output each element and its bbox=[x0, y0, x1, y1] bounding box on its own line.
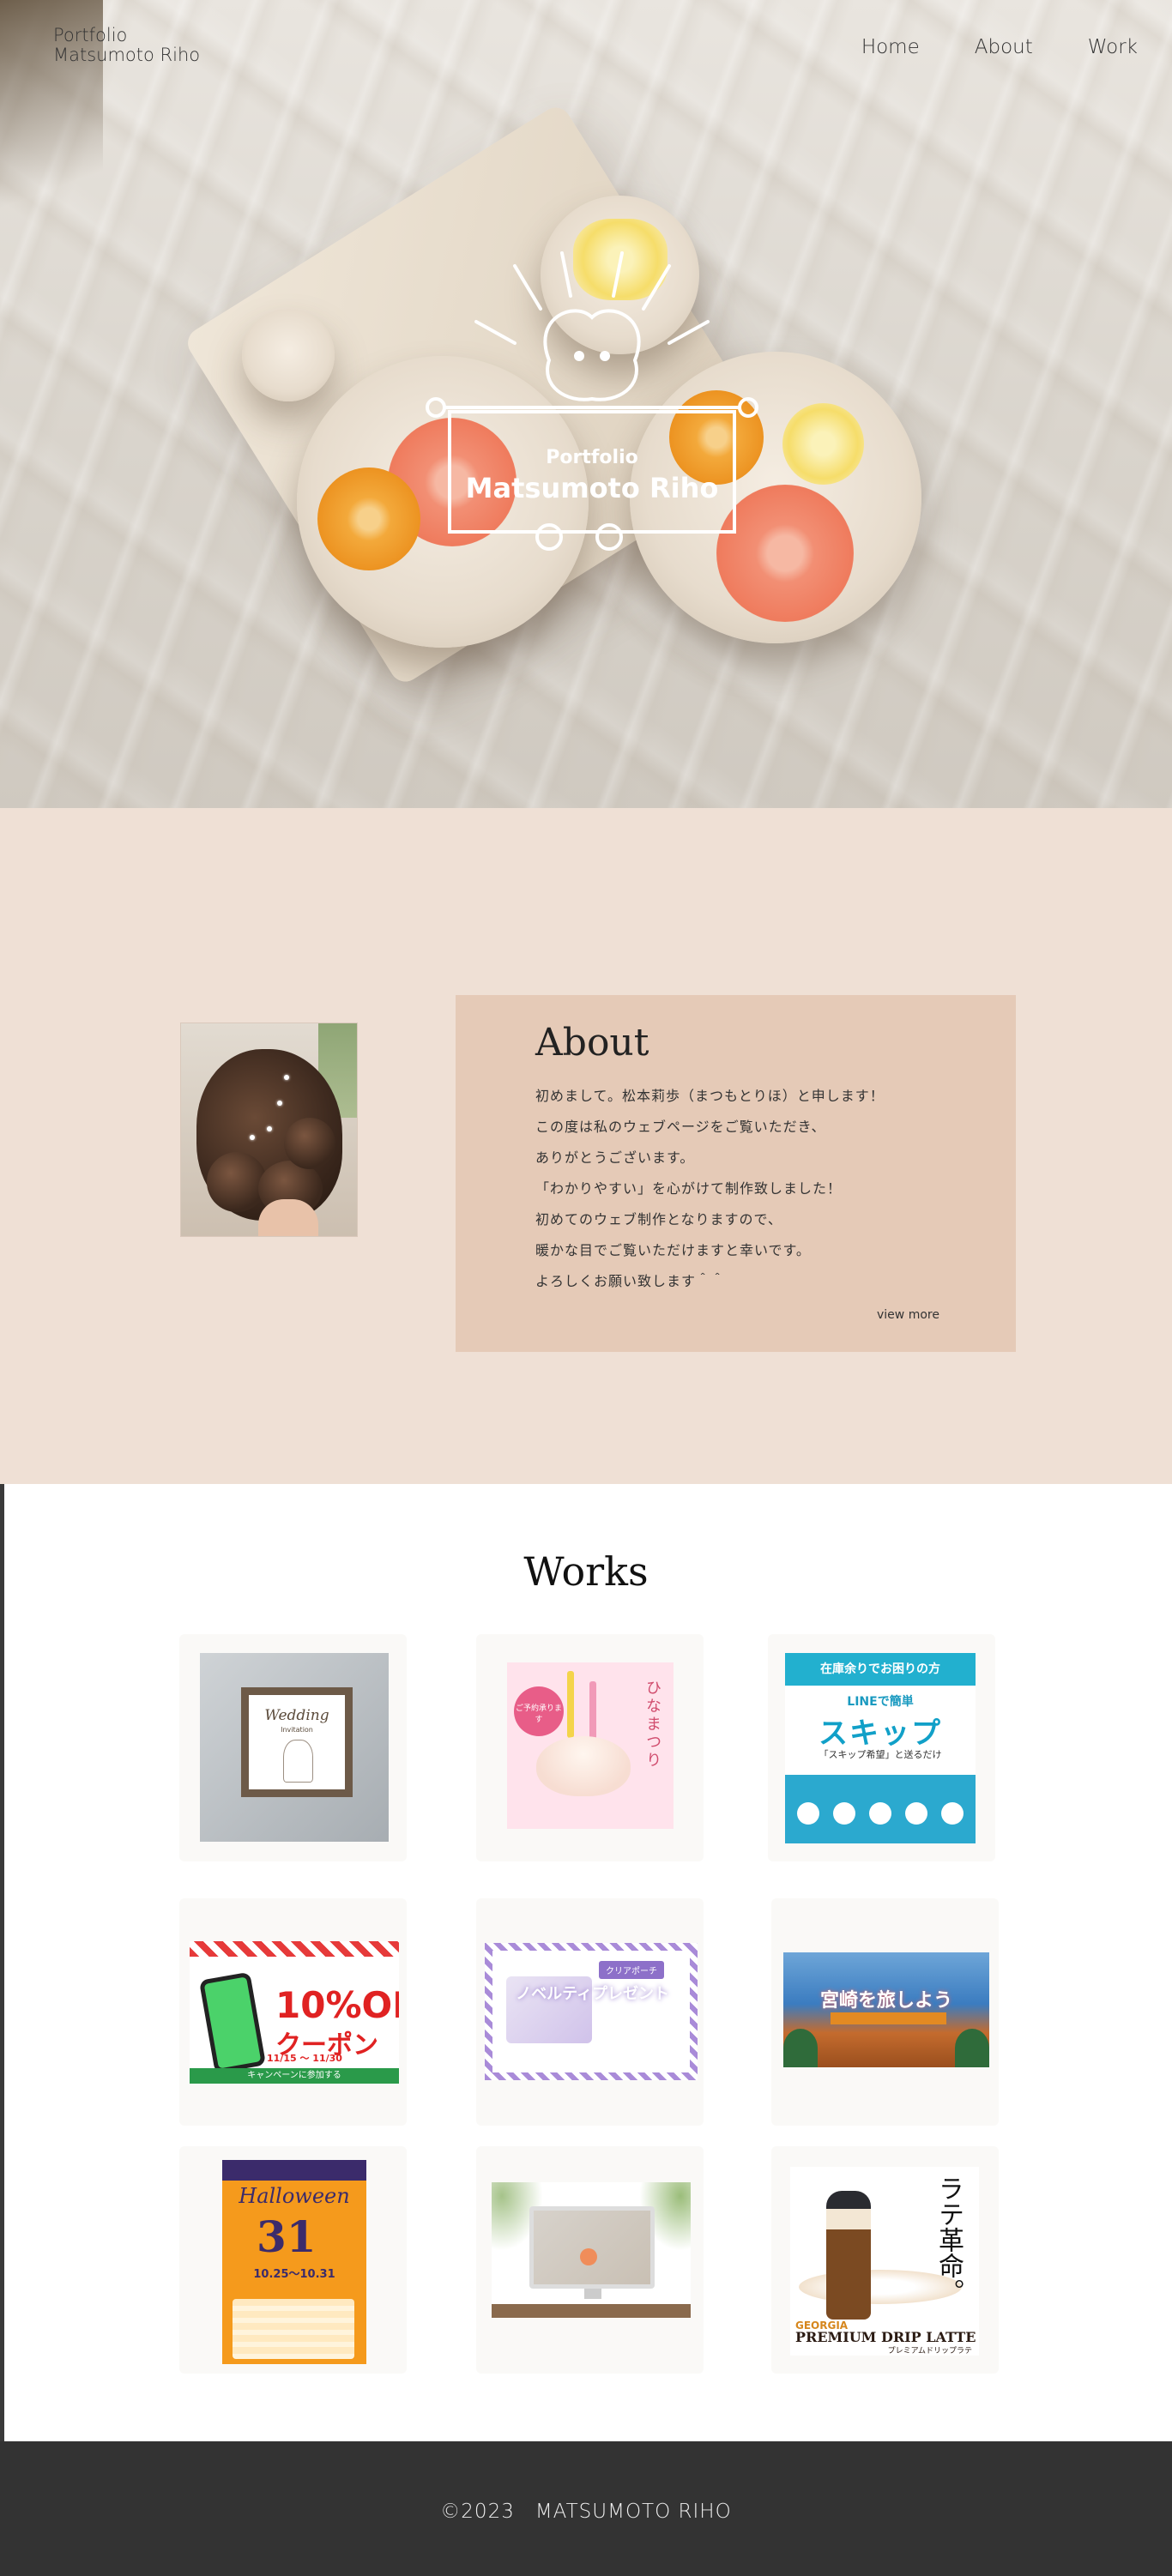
works-section: Works Wedding Invitation ご予約承ります ひなまつり 在… bbox=[0, 1484, 1172, 2441]
nav-work[interactable]: Work bbox=[1088, 36, 1138, 58]
site-brand[interactable]: Portfolio Matsumoto Riho bbox=[53, 26, 200, 65]
skip-big: スキップ bbox=[819, 1716, 942, 1751]
hair-curl bbox=[207, 1152, 267, 1212]
work-card-latte[interactable]: ラテ革命。 GEORGIA PREMIUM DRIP LATTE プレミアムドリ… bbox=[771, 2146, 999, 2374]
latte-product-kana: プレミアムドリップラテ bbox=[887, 2347, 972, 2356]
copyright: ©2023 MATSUMOTO RIHO bbox=[440, 2501, 732, 2523]
work-card-coupon[interactable]: 10%OFF クーポン 11/15 〜 11/30 キャンペーンに参加する bbox=[179, 1898, 407, 2126]
work-thumb: Wedding Invitation bbox=[200, 1653, 389, 1842]
bottle bbox=[826, 2191, 871, 2320]
palm-tree bbox=[783, 2029, 818, 2067]
logo-main-text: Matsumoto Riho bbox=[466, 472, 719, 504]
wedding-title: Wedding bbox=[264, 1707, 329, 1724]
hero-section: Portfolio Matsumoto Riho Portfolio Matsu… bbox=[0, 0, 1172, 808]
about-text: 初めまして。松本莉歩（まつもとりほ）と申します！ この度は私のウェブページをご覧… bbox=[535, 1081, 885, 1297]
works-title: Works bbox=[523, 1548, 649, 1595]
lemon-half bbox=[782, 403, 864, 485]
work-thumb bbox=[492, 2182, 691, 2318]
left-edge-bar bbox=[0, 1484, 4, 2441]
work-thumb: ラテ革命。 GEORGIA PREMIUM DRIP LATTE プレミアムドリ… bbox=[790, 2167, 979, 2356]
cake bbox=[536, 1736, 631, 1796]
step-bubble bbox=[833, 1802, 855, 1825]
wedding-subtitle: Invitation bbox=[281, 1726, 313, 1734]
work-card-desktop-site[interactable] bbox=[476, 2146, 704, 2374]
miyazaki-title: 宮崎を旅しよう bbox=[819, 1990, 952, 2012]
about-line: 暖かな目でご覧いただけますと幸いです。 bbox=[535, 1242, 811, 1258]
about-line: 初めてのウェブ制作となりますので、 bbox=[535, 1211, 782, 1228]
about-line: よろしくお願い致します＾＾ bbox=[535, 1273, 726, 1289]
hair-pearl bbox=[267, 1126, 272, 1131]
candle bbox=[589, 1681, 596, 1740]
logo-small-text: Portfolio bbox=[546, 447, 638, 468]
hair-curl bbox=[284, 1118, 335, 1169]
halloween-period: 10.25〜10.31 bbox=[253, 2268, 335, 2281]
work-thumb: 宮崎を旅しよう bbox=[783, 1952, 989, 2067]
stripe-border bbox=[190, 1941, 399, 1957]
halloween-number: 31 bbox=[257, 2211, 317, 2262]
clear-tag: クリアポーチ bbox=[599, 1961, 664, 1979]
work-thumb: 在庫余りでお困りの方 LINEで簡単 スキップ 「スキップ希望」と送るだけ bbox=[785, 1653, 976, 1843]
latte-vertical: ラテ革命。 bbox=[933, 2175, 964, 2304]
latte-product: PREMIUM DRIP LATTE bbox=[795, 2329, 976, 2345]
profile-photo bbox=[180, 1023, 358, 1237]
work-thumb: クリアポーチ ノベルティプレゼント bbox=[485, 1943, 698, 2080]
about-line: 「わかりやすい」を心がけて制作致しました！ bbox=[535, 1180, 843, 1197]
step-bubble bbox=[869, 1802, 891, 1825]
about-title: About bbox=[535, 1021, 649, 1065]
skip-bar: 在庫余りでお困りの方 bbox=[785, 1653, 976, 1686]
fruit bbox=[580, 2248, 597, 2265]
about-line: ありがとうございます。 bbox=[535, 1149, 695, 1166]
halloween-top-band bbox=[222, 2160, 366, 2181]
palm-tree bbox=[955, 2029, 989, 2067]
monitor-stand bbox=[584, 2289, 601, 2299]
about-line: 初めまして。松本莉歩（まつもとりほ）と申します！ bbox=[535, 1088, 885, 1104]
work-thumb: 10%OFF クーポン 11/15 〜 11/30 キャンペーンに参加する bbox=[190, 1941, 399, 2084]
halloween-title: Halloween bbox=[239, 2184, 350, 2208]
brand-line-1: Portfolio bbox=[53, 25, 128, 45]
clear-title: ノベルティプレゼント bbox=[516, 1985, 669, 2003]
step-bubble bbox=[797, 1802, 819, 1825]
hair-pearl bbox=[277, 1101, 282, 1106]
nav-about[interactable]: About bbox=[975, 36, 1033, 58]
candle bbox=[567, 1671, 574, 1738]
work-card-wedding[interactable]: Wedding Invitation bbox=[179, 1634, 407, 1861]
small-bowl bbox=[242, 309, 335, 401]
neck bbox=[258, 1199, 318, 1236]
step-bubble bbox=[941, 1802, 964, 1825]
work-card-skip[interactable]: 在庫余りでお困りの方 LINEで簡単 スキップ 「スキップ希望」と送るだけ bbox=[768, 1634, 995, 1861]
skip-caption: 「スキップ希望」と送るだけ bbox=[819, 1749, 942, 1760]
monitor-screen bbox=[529, 2206, 655, 2289]
work-card-hinamatsuri[interactable]: ご予約承ります ひなまつり bbox=[476, 1634, 704, 1861]
coupon-date: 11/15 〜 11/30 bbox=[267, 2053, 342, 2064]
hair-pearl bbox=[250, 1135, 255, 1140]
site-footer: ©2023 MATSUMOTO RIHO bbox=[0, 2441, 1172, 2576]
miyazaki-band bbox=[831, 2012, 946, 2024]
about-line: この度は私のウェブページをご覧いただき、 bbox=[535, 1119, 826, 1135]
halloween-notes bbox=[233, 2299, 354, 2359]
reservation-badge: ご予約承ります bbox=[514, 1686, 564, 1736]
work-card-clear-pouch[interactable]: クリアポーチ ノベルティプレゼント bbox=[476, 1898, 704, 2126]
hina-vertical-text: ひなまつり bbox=[643, 1680, 662, 1770]
main-nav: Home About Work bbox=[861, 36, 1138, 58]
couple-illustration bbox=[283, 1740, 313, 1783]
frame: Wedding Invitation bbox=[241, 1687, 353, 1797]
smartphone bbox=[198, 1971, 267, 2074]
work-thumb: ご予約承ります ひなまつり bbox=[507, 1662, 674, 1829]
coupon-percent: 10%OFF bbox=[275, 1984, 399, 2026]
hero-logo: Portfolio Matsumoto Riho bbox=[426, 251, 758, 551]
coupon-footer: キャンペーンに参加する bbox=[190, 2068, 399, 2084]
step-bubble bbox=[905, 1802, 927, 1825]
about-section: About 初めまして。松本莉歩（まつもとりほ）と申します！ この度は私のウェブ… bbox=[0, 808, 1172, 1484]
work-card-halloween[interactable]: Halloween 31 10.25〜10.31 bbox=[179, 2146, 407, 2374]
brand-line-2: Matsumoto Riho bbox=[53, 45, 201, 65]
work-card-miyazaki[interactable]: 宮崎を旅しよう bbox=[771, 1898, 999, 2126]
skip-band bbox=[785, 1775, 976, 1843]
desk bbox=[492, 2304, 691, 2318]
view-more-link[interactable]: view more bbox=[877, 1308, 939, 1322]
nav-home[interactable]: Home bbox=[861, 36, 920, 58]
work-thumb: Halloween 31 10.25〜10.31 bbox=[222, 2160, 366, 2364]
about-card: About 初めまして。松本莉歩（まつもとりほ）と申します！ この度は私のウェブ… bbox=[456, 995, 1016, 1352]
hair-pearl bbox=[284, 1075, 289, 1080]
skip-line: LINEで簡単 bbox=[847, 1695, 914, 1709]
